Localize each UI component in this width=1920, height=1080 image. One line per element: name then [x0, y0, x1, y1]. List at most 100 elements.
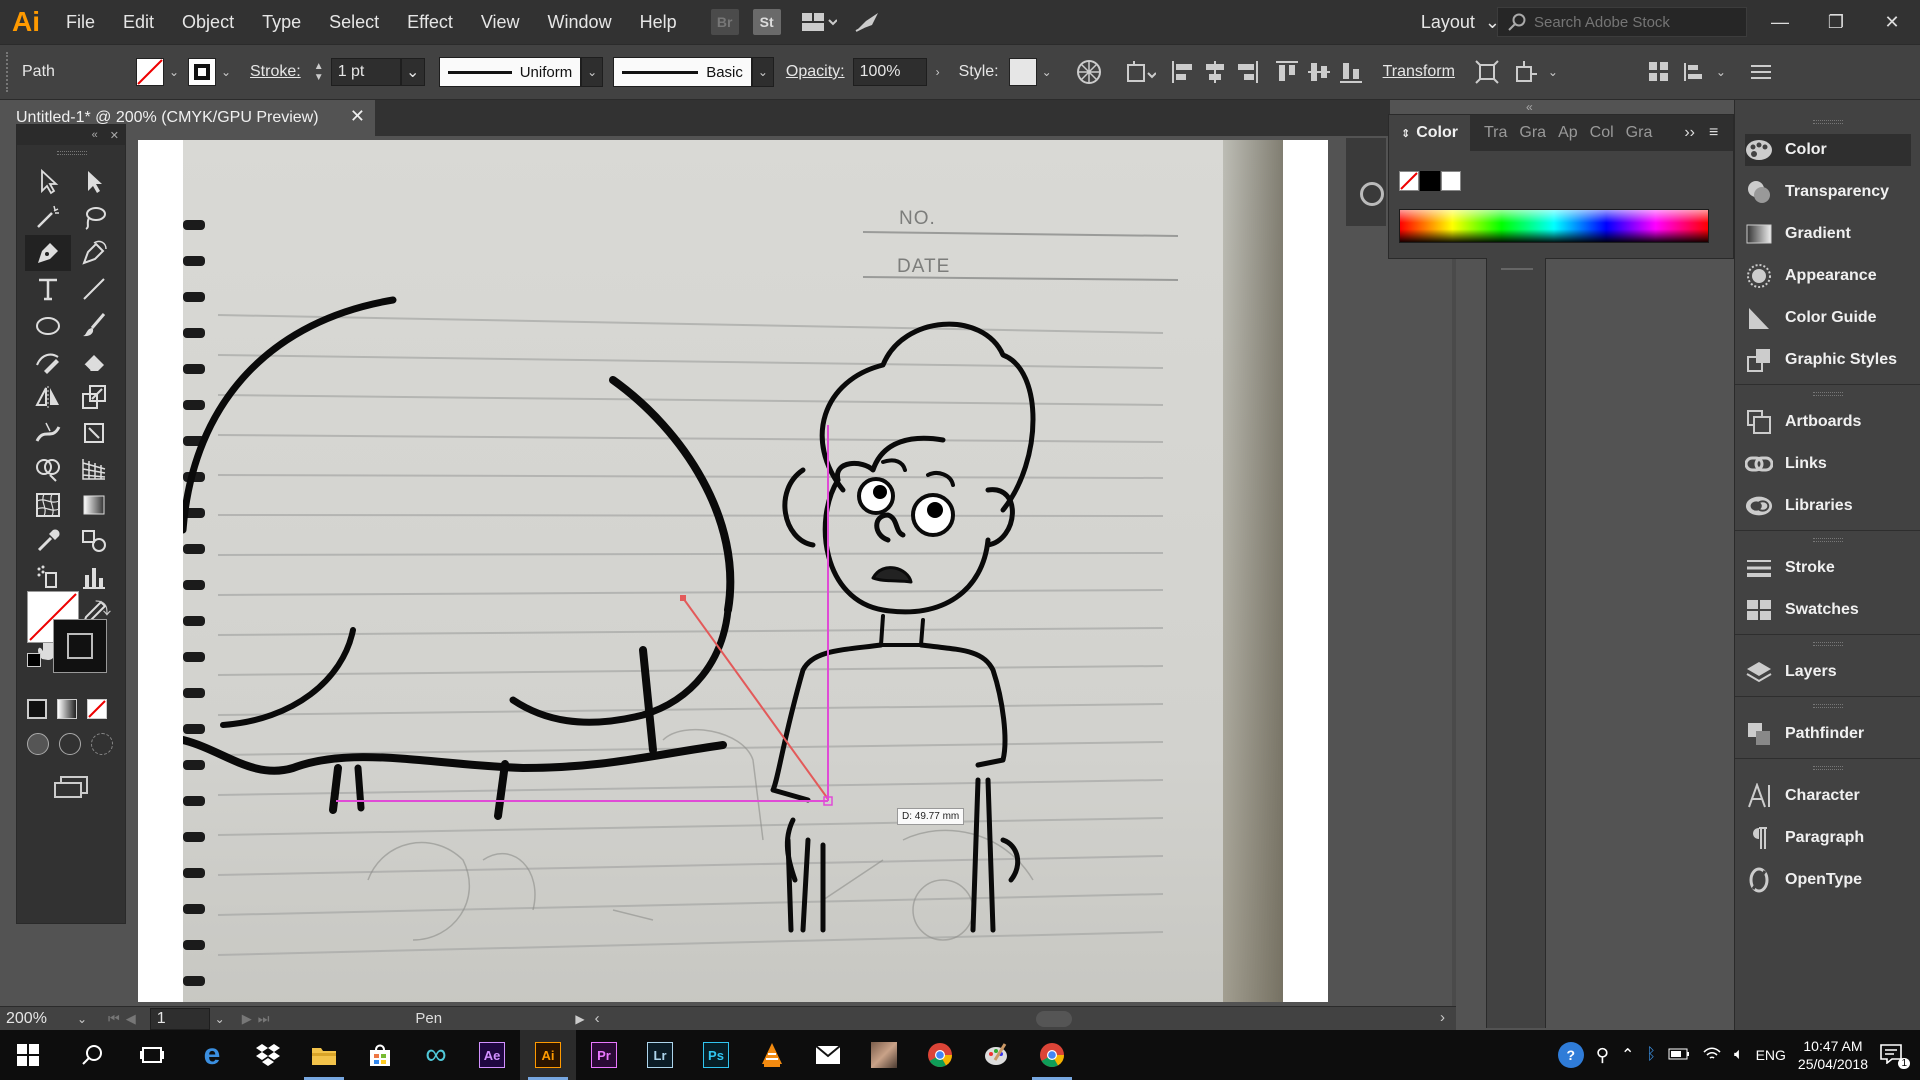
panel-pathfinder[interactable]: Pathfinder: [1745, 718, 1911, 750]
stroke-weight-stepper[interactable]: ▲ ▼: [309, 58, 329, 86]
premiere-taskbar[interactable]: Pr: [576, 1030, 632, 1080]
menu-select[interactable]: Select: [315, 0, 393, 44]
menu-window[interactable]: Window: [534, 0, 626, 44]
align-to-icon[interactable]: [1125, 56, 1157, 88]
panel-character[interactable]: Character: [1745, 780, 1911, 812]
show-hidden-icons-icon[interactable]: ⌃: [1621, 1045, 1634, 1065]
close-document-icon[interactable]: ✕: [350, 106, 365, 127]
dropbox-icon[interactable]: [240, 1030, 296, 1080]
opacity-field[interactable]: 100%: [852, 58, 927, 86]
brush-dropdown-icon[interactable]: ⌄: [751, 57, 774, 87]
panel-swatches[interactable]: Swatches: [1745, 594, 1911, 626]
help-icon[interactable]: ?: [1557, 1042, 1584, 1068]
panel-layers[interactable]: Layers: [1745, 656, 1911, 688]
panel-opentype[interactable]: OpenType: [1745, 864, 1911, 896]
control-bar-menu-icon[interactable]: [1745, 56, 1777, 88]
panel-group-grip-6[interactable]: [1813, 766, 1843, 770]
brush-definition[interactable]: Basic: [613, 57, 752, 87]
zoom-dropdown-icon[interactable]: ⌄: [72, 1008, 92, 1030]
panel-color[interactable]: Color: [1745, 134, 1911, 166]
store-icon[interactable]: [352, 1030, 408, 1080]
align-middle-icon[interactable]: [1303, 56, 1335, 88]
panel-color-guide[interactable]: Color Guide: [1745, 302, 1911, 334]
file-explorer-icon[interactable]: [296, 1030, 352, 1080]
eyedropper-tool-icon[interactable]: [25, 523, 71, 559]
symbol-sprayer-tool-icon[interactable]: [25, 559, 71, 595]
color-spectrum-bar[interactable]: [1399, 209, 1709, 243]
panel-libraries[interactable]: Libraries: [1745, 490, 1911, 522]
vertical-scroll-track[interactable]: [1452, 136, 1456, 1006]
ellipse-tool-icon[interactable]: [25, 307, 71, 343]
lasso-tool-icon[interactable]: [71, 199, 117, 235]
gradient-mode-icon[interactable]: [57, 699, 77, 719]
clock[interactable]: 10:47 AM 25/04/2018: [1798, 1037, 1868, 1073]
eraser-tool-icon[interactable]: [71, 343, 117, 379]
tools-grip[interactable]: [57, 151, 87, 155]
placed-notebook-photo[interactable]: NO. DATE D: 49.77 mm: [183, 140, 1283, 1002]
photoshop-taskbar[interactable]: Ps: [688, 1030, 744, 1080]
panel-graphic-styles[interactable]: Graphic Styles: [1745, 344, 1911, 376]
pen-tool-icon[interactable]: [25, 235, 71, 271]
curvature-tool-icon[interactable]: [71, 235, 117, 271]
stock-button[interactable]: St: [752, 9, 781, 35]
free-transform-tool-icon[interactable]: [71, 415, 117, 451]
mesh-tool-icon[interactable]: [25, 487, 71, 523]
menu-help[interactable]: Help: [626, 0, 691, 44]
type-tool-icon[interactable]: [25, 271, 71, 307]
panel-paragraph[interactable]: Paragraph: [1745, 822, 1911, 854]
panel-group-grip-2[interactable]: [1813, 392, 1843, 396]
battery-icon[interactable]: [1668, 1047, 1690, 1063]
scroll-right-icon[interactable]: ›: [1440, 1009, 1445, 1026]
line-segment-tool-icon[interactable]: [71, 271, 117, 307]
workspace-switcher[interactable]: Layout ⌄: [1421, 0, 1500, 44]
infinity-app-icon[interactable]: ∞: [408, 1030, 464, 1080]
isolate-object-icon[interactable]: [1471, 56, 1503, 88]
artboard-nav-prev-icons[interactable]: ⏮◀: [108, 1011, 142, 1027]
menu-type[interactable]: Type: [248, 0, 315, 44]
language-indicator[interactable]: ENG: [1756, 1047, 1786, 1063]
search-input[interactable]: [1534, 13, 1734, 31]
color-mode-icon[interactable]: [27, 699, 47, 719]
stroke-dropdown-chevron-icon[interactable]: ⌄: [216, 58, 236, 86]
arrange-documents-icon[interactable]: [795, 6, 843, 38]
close-window-button[interactable]: ✕: [1864, 0, 1920, 44]
stroke-swatch[interactable]: [188, 58, 216, 86]
graphic-style-swatch[interactable]: [1008, 58, 1037, 86]
tab-gradient[interactable]: Gra: [1513, 124, 1552, 142]
tab-appearance[interactable]: Ap: [1552, 124, 1584, 142]
panel-menu-icon[interactable]: ≡: [1709, 124, 1718, 142]
panel-group-grip-5[interactable]: [1813, 704, 1843, 708]
paint-app-icon[interactable]: [968, 1030, 1024, 1080]
menu-view[interactable]: View: [467, 0, 534, 44]
white-swatch[interactable]: [1441, 171, 1461, 191]
scroll-left-icon[interactable]: ‹: [595, 1010, 600, 1027]
people-icon[interactable]: ⚲: [1596, 1045, 1609, 1066]
panel-group-grip-3[interactable]: [1813, 538, 1843, 542]
tab-color-guide[interactable]: Col: [1584, 124, 1620, 142]
dock-panel-icon[interactable]: [1360, 182, 1384, 206]
menu-object[interactable]: Object: [168, 0, 248, 44]
stock-search[interactable]: [1497, 7, 1747, 37]
stroke-weight-dropdown-icon[interactable]: ⌄: [400, 58, 425, 86]
search-taskbar-icon[interactable]: [64, 1030, 120, 1080]
tools-panel-header[interactable]: « ✕: [17, 125, 125, 145]
stroke-label[interactable]: Stroke:: [250, 63, 301, 81]
opacity-arrow-icon[interactable]: ›: [927, 58, 949, 86]
horizontal-scroll-thumb[interactable]: [1036, 1011, 1072, 1027]
none-mode-icon[interactable]: [87, 699, 107, 719]
after-effects-taskbar[interactable]: Ae: [464, 1030, 520, 1080]
draw-normal-icon[interactable]: [27, 733, 49, 755]
magic-wand-tool-icon[interactable]: [25, 199, 71, 235]
control-bar-grip[interactable]: [6, 52, 14, 92]
panel-group-grip-4[interactable]: [1813, 642, 1843, 646]
perspective-grid-tool-icon[interactable]: [71, 451, 117, 487]
bridge-button[interactable]: Br: [710, 9, 739, 35]
tab-color[interactable]: ⇕ Color: [1389, 115, 1470, 151]
recolor-artwork-icon[interactable]: [1073, 56, 1105, 88]
selection-tool-icon[interactable]: [25, 163, 71, 199]
minimize-button[interactable]: —: [1752, 0, 1808, 44]
stroke-weight-field[interactable]: 1 pt: [330, 58, 401, 86]
photo-app-icon[interactable]: [856, 1030, 912, 1080]
expand-panels-icon[interactable]: ››: [1684, 124, 1695, 142]
vlc-icon[interactable]: [744, 1030, 800, 1080]
